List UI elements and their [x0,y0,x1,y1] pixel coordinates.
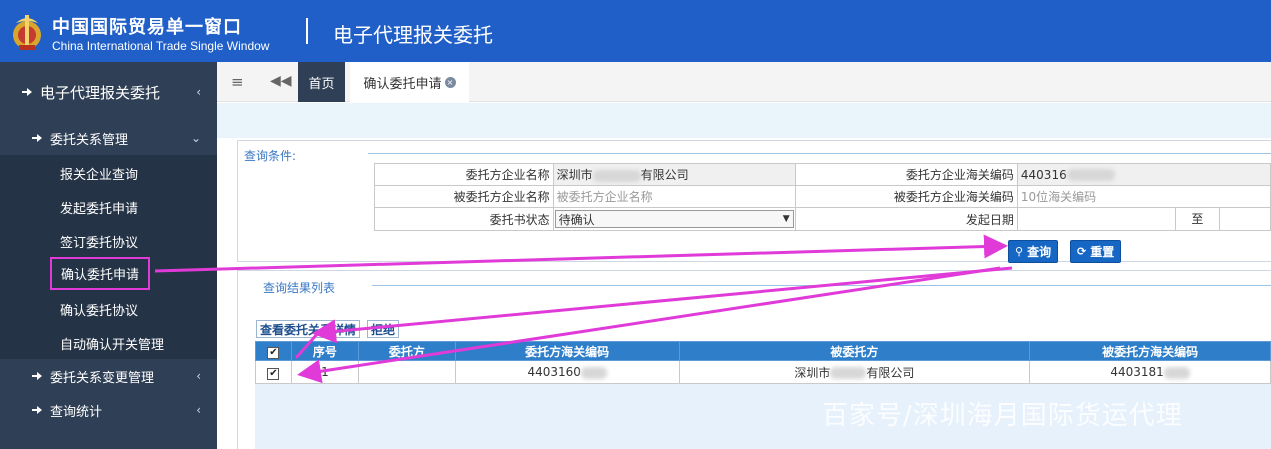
submenu: 报关企业查询 发起委托申请 签订委托协议 确认委托申请 确认委托协议 自动确认开… [0,155,217,359]
table-header: ✔ 序号 委托方 委托方海关编码 被委托方 被委托方海关编码 [255,341,1271,361]
table-row[interactable]: ✔ 1 4403160 深圳市 有限公司 4403181 [255,360,1271,384]
sidebar-item-auto-confirm[interactable]: 自动确认开关管理 [60,334,164,353]
reset-button[interactable]: ⟳ 重置 [1070,240,1122,263]
col-agent-code: 被委托方海关编码 [1029,341,1271,361]
results-table: ✔ 序号 委托方 委托方海关编码 被委托方 被委托方海关编码 ✔ 1 44031… [255,341,1271,384]
sidebar-item-statistics[interactable]: 查询统计 ‹ [0,396,217,424]
sign-in-icon [32,405,44,415]
label-entrustor-code: 委托方企业海关编码 [794,163,1018,186]
col-entrustor-code: 委托方海关编码 [454,341,680,361]
date-separator: 至 [1176,208,1220,230]
date-range: 至 [1016,207,1271,231]
end-date-input[interactable] [1220,208,1270,230]
sidebar-item-agency[interactable]: 电子代理报关委托 ‹ [0,76,217,108]
label-entrustor-name: 委托方企业名称 [374,163,554,186]
sign-in-icon [32,371,44,381]
backward-icon[interactable]: ◀◀ [270,73,292,89]
divider [372,285,1271,286]
status-select[interactable]: 待确认 ▼ [554,210,794,228]
label-date: 发起日期 [794,207,1018,231]
sign-in-icon [22,87,34,97]
sign-in-icon [32,133,44,143]
col-entrustor: 委托方 [357,341,456,361]
agent-code-input[interactable]: 10位海关编码 [1016,185,1271,208]
row-checkbox-cell: ✔ [255,360,292,384]
sidebar-item-confirm-agreement[interactable]: 确认委托协议 [60,300,138,319]
status-select-cell: 待确认 ▼ [552,207,796,231]
col-agent: 被委托方 [678,341,1031,361]
logo-icon [13,15,41,50]
app-header: 中国国际贸易单一窗口 China International Trade Sin… [0,0,1271,62]
results-title: 查询结果列表 [263,281,336,295]
tab-label: 确认委托申请 [363,76,442,92]
sidebar-item-broker-query[interactable]: 报关企业查询 [60,164,138,183]
chevron-left-icon: ‹ [196,85,201,99]
dropdown-arrow-icon: ▼ [782,214,790,224]
entrustor-name-field[interactable]: 深圳市 有限公司 [552,163,796,186]
entrustor-code-field[interactable]: 440316 [1016,163,1271,186]
content-band [217,103,1271,138]
refresh-icon: ⟳ [1077,245,1087,258]
label-agent-name: 被委托方企业名称 [374,185,554,208]
select-all-cell: ✔ [255,341,292,361]
brand-name-en: China International Trade Single Window [52,39,270,53]
tab-home[interactable]: 首页 [298,62,345,102]
cell-seq: 1 [290,360,359,384]
sidebar-item-label: 电子代理报关委托 [40,83,161,102]
search-icon: ⚲ [1015,245,1024,258]
sidebar-item-relation-change[interactable]: 委托关系变更管理 ‹ [0,362,217,390]
sidebar-item-confirm-request[interactable]: 确认委托申请 [50,257,151,290]
page-title: 电子代理报关委托 [333,23,493,47]
row-checkbox[interactable]: ✔ [267,367,280,380]
chevron-left-icon: ‹ [196,369,201,383]
search-button[interactable]: ⚲ 查询 [1008,240,1059,263]
sidebar-item-label: 委托关系管理 [50,132,129,148]
brand-name-cn: 中国国际贸易单一窗口 [52,17,242,38]
label-status: 委托书状态 [374,207,554,231]
chevron-left-icon: ‹ [196,403,201,417]
agent-name-input[interactable]: 被委托方企业名称 [552,185,796,208]
col-seq: 序号 [290,341,359,361]
cell-agent-code: 4403181 [1029,360,1271,384]
cell-entrustor-code: 4403160 [454,360,680,384]
reject-button[interactable]: 拒绝 [367,320,400,338]
start-date-input[interactable] [1018,208,1176,230]
sidebar-item-sign-agreement[interactable]: 签订委托协议 [60,232,138,251]
query-form: 委托方企业名称 深圳市 有限公司 委托方企业海关编码 440316 被委托方企业名… [374,163,1271,231]
select-all-checkbox[interactable]: ✔ [267,346,280,359]
tab-bar: ≡ ◀◀ 首页 确认委托申请 × [217,62,1271,102]
sidebar-item-label: 委托关系变更管理 [50,370,155,386]
menu-icon[interactable]: ≡ [231,73,244,91]
divider [368,153,1271,154]
query-title: 查询条件: [244,149,297,163]
cell-agent: 深圳市 有限公司 [678,360,1031,384]
label-agent-code: 被委托方企业海关编码 [794,185,1018,208]
watermark: 百家号/深圳海月国际货运代理 [822,401,1183,431]
view-detail-button[interactable]: 查看委托关系详情 [256,320,361,338]
cell-entrustor [357,360,456,384]
chevron-down-icon: ⌄ [190,131,201,145]
sidebar-item-label: 查询统计 [50,404,103,420]
header-divider [306,18,308,44]
tab-confirm-request[interactable]: 确认委托申请 × [350,62,469,102]
sidebar: 电子代理报关委托 ‹ 委托关系管理 ⌄ 报关企业查询 发起委托申请 签订委托协议… [0,62,217,449]
close-icon[interactable]: × [444,76,456,88]
sidebar-item-relation-management[interactable]: 委托关系管理 ⌄ [0,124,217,152]
sidebar-item-initiate-request[interactable]: 发起委托申请 [60,198,138,217]
